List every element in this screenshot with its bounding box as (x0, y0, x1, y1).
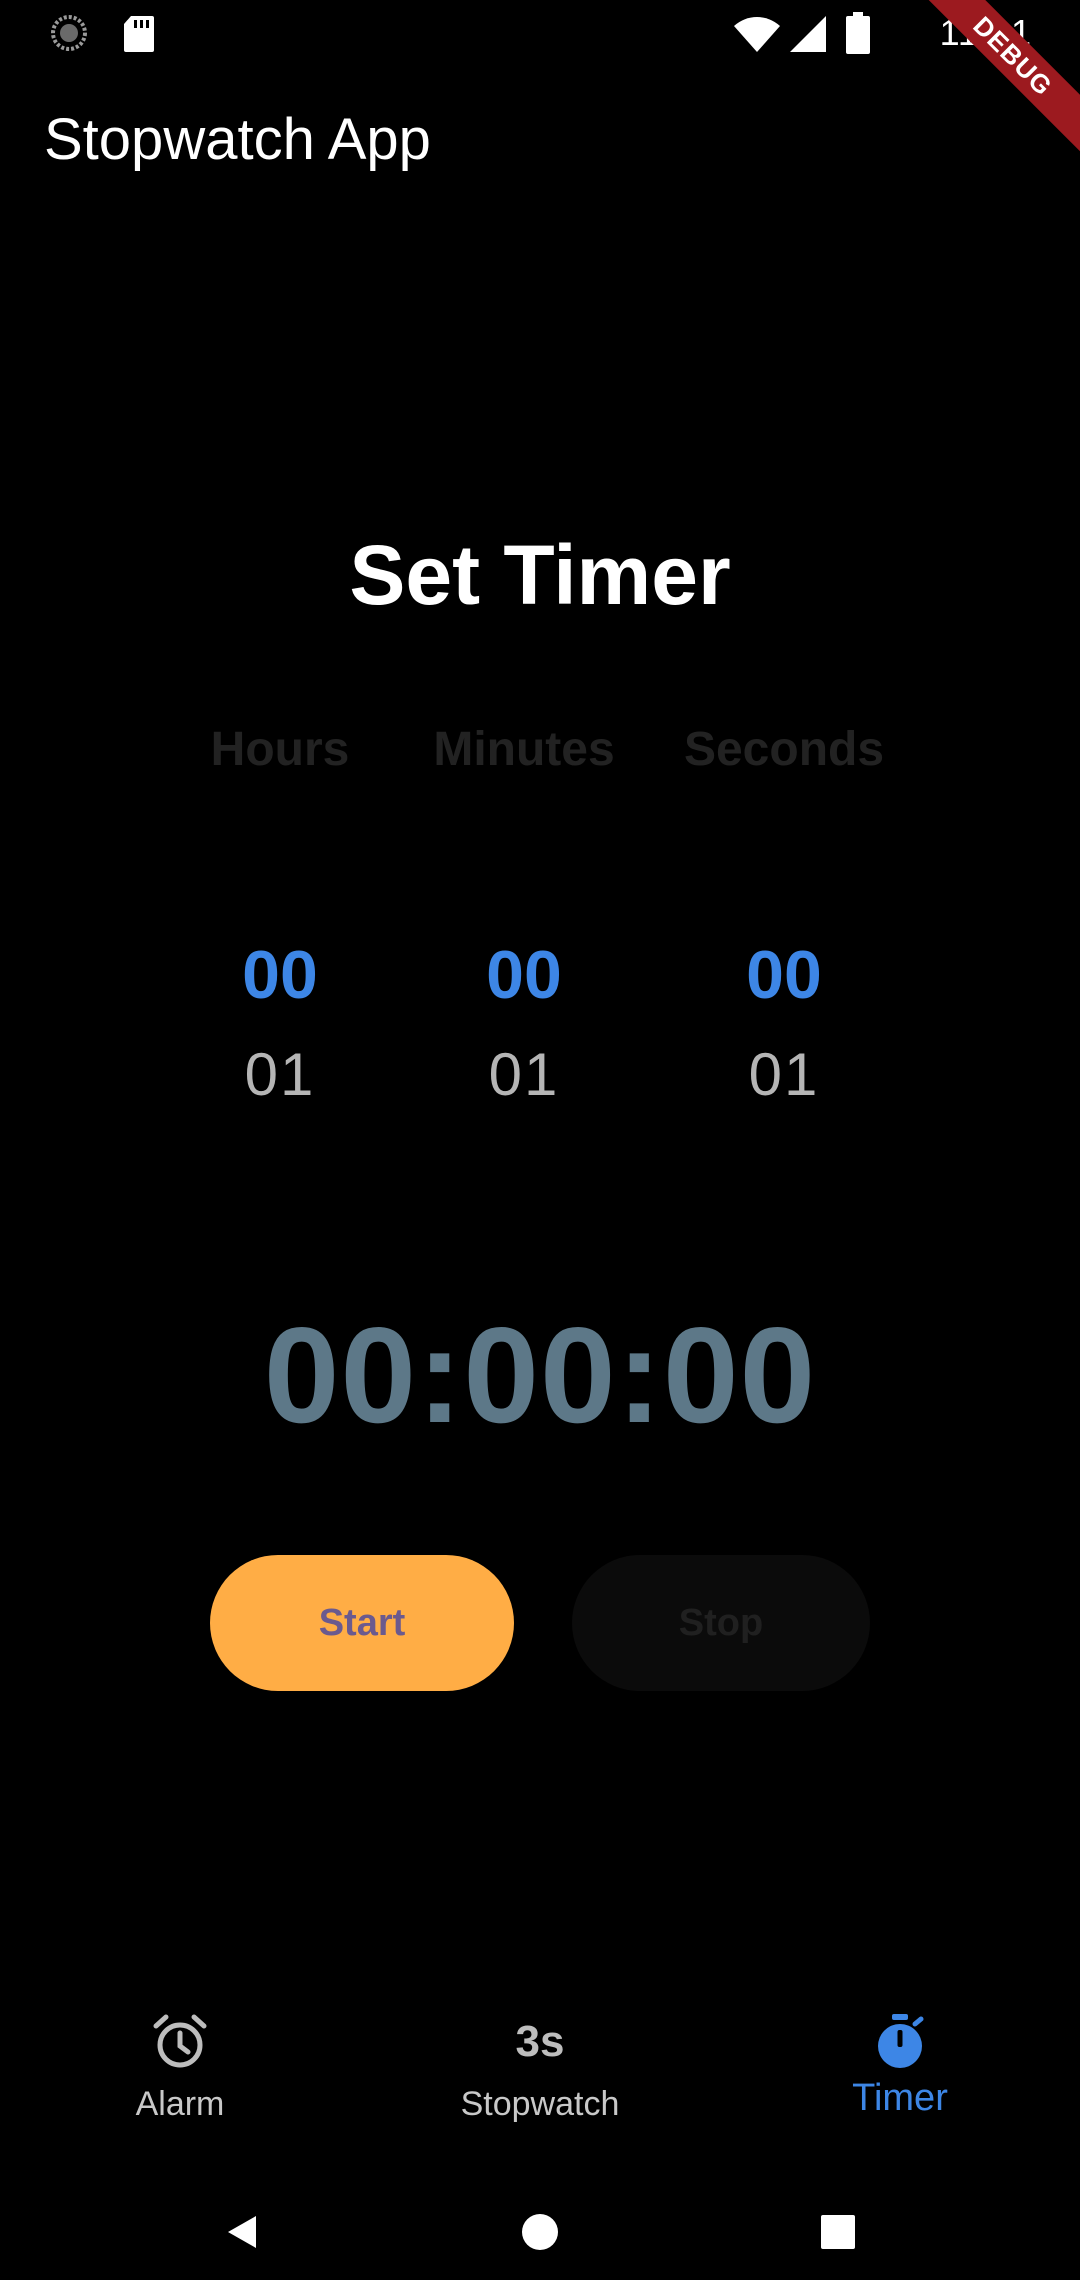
start-button[interactable]: Start (210, 1555, 514, 1691)
home-icon[interactable] (520, 2212, 560, 2252)
status-bar: 11:21 (0, 0, 1080, 66)
timer-title: Set Timer (349, 528, 731, 622)
stopwatch-badge: 3s (515, 2017, 565, 2066)
hours-picker[interactable]: 00 01 (190, 925, 370, 1165)
nav-label-timer: Timer (852, 2077, 948, 2119)
nav-item-alarm[interactable]: Alarm (0, 1970, 360, 2130)
hours-selected-value[interactable]: 00 (190, 925, 370, 1025)
minutes-next-value[interactable]: 01 (434, 1025, 614, 1125)
stop-button[interactable]: Stop (572, 1555, 870, 1691)
status-bar-right: 11:21 (612, 10, 1032, 56)
nav-item-timer[interactable]: Timer (720, 1970, 1080, 2130)
wifi-icon (734, 17, 780, 52)
seconds-next-value[interactable]: 01 (694, 1025, 874, 1125)
status-time: 11:21 (939, 12, 1032, 53)
timer-icon (878, 2014, 924, 2068)
recents-icon[interactable] (818, 2212, 858, 2252)
nav-item-stopwatch[interactable]: 3s Stopwatch (360, 1970, 720, 2130)
minutes-picker[interactable]: 00 01 (434, 925, 614, 1165)
seconds-selected-value[interactable]: 00 (694, 925, 874, 1025)
hours-label: Hours (210, 723, 350, 776)
seconds-picker[interactable]: 00 01 (694, 925, 874, 1165)
sd-card-icon (124, 16, 154, 52)
nav-label-alarm: Alarm (135, 2085, 225, 2123)
alarm-clock-icon (153, 2014, 207, 2068)
battery-icon (846, 12, 870, 54)
minutes-selected-value[interactable]: 00 (434, 925, 614, 1025)
signal-icon (790, 16, 826, 52)
seconds-label: Seconds (683, 723, 885, 776)
app-title: Stopwatch App (44, 107, 431, 172)
sync-icon (51, 15, 87, 51)
hours-next-value[interactable]: 01 (190, 1025, 370, 1125)
timer-icon-wrap (720, 2012, 1080, 2072)
back-icon[interactable] (222, 2212, 262, 2252)
alarm-icon-wrap (0, 2012, 360, 2072)
nav-label-stopwatch: Stopwatch (460, 2085, 620, 2123)
bottom-navigation: Alarm 3s Stopwatch Timer (0, 1970, 1080, 2130)
timer-display: 00:00:00 (263, 1299, 817, 1451)
minutes-label: Minutes (433, 723, 615, 776)
system-navigation (0, 2160, 1080, 2280)
